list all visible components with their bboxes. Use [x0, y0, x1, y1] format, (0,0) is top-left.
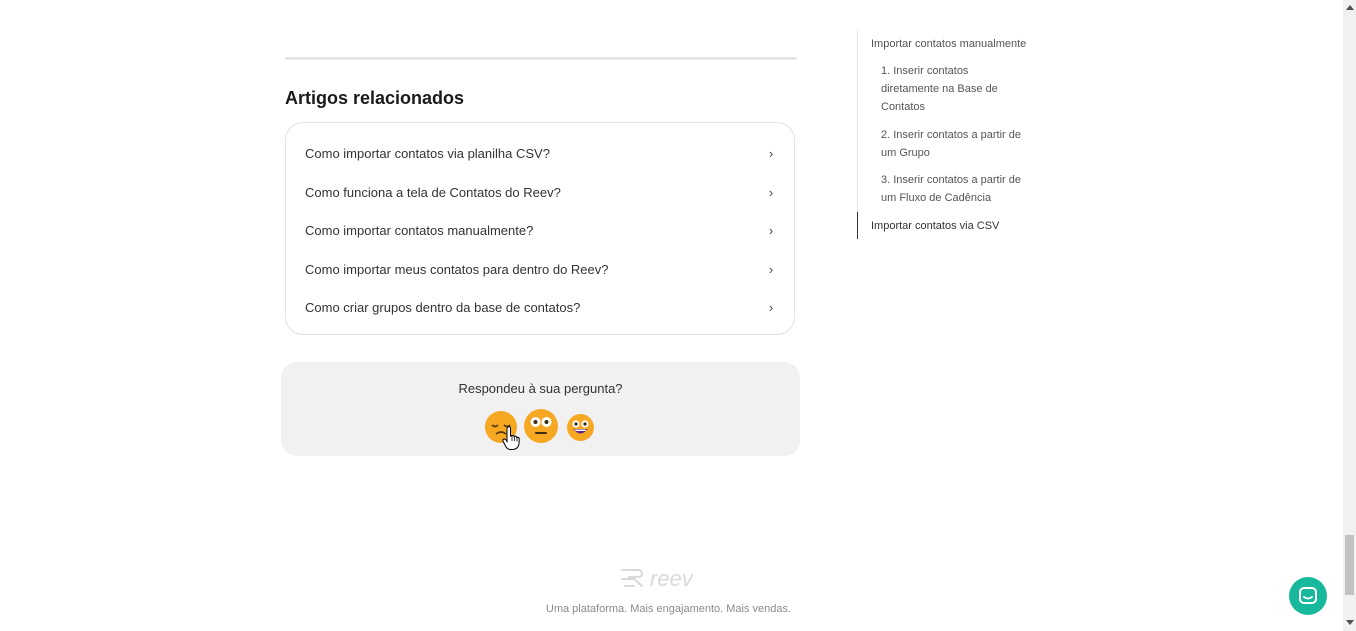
related-article-link[interactable]: Como funciona a tela de Contatos do Reev… — [305, 181, 776, 203]
scroll-down-arrow-icon[interactable] — [1346, 620, 1354, 625]
toc-rail-active — [857, 212, 858, 239]
related-articles-list: Como importar contatos via planilha CSV?… — [285, 122, 795, 335]
neutral-emoji-icon — [530, 417, 552, 434]
feedback-question: Respondeu à sua pergunta? — [458, 381, 623, 396]
neutral-emoji-button[interactable] — [524, 409, 558, 443]
scroll-up-arrow-icon[interactable] — [1346, 5, 1354, 10]
related-article-label: Como funciona a tela de Contatos do Reev… — [305, 184, 561, 200]
related-article-link[interactable]: Como importar contatos manualmente? › — [305, 219, 776, 241]
chevron-right-icon: › — [768, 261, 774, 277]
reev-logo: reev — [621, 566, 695, 590]
chevron-right-icon: › — [768, 299, 774, 315]
toc-item-inserir-base[interactable]: 1. Inserir contatos diretamente na Base … — [881, 62, 1021, 116]
related-article-label: Como importar contatos via planilha CSV? — [305, 145, 550, 161]
article-divider — [285, 57, 797, 60]
chevron-right-icon: › — [768, 184, 774, 200]
svg-text:reev: reev — [650, 566, 695, 590]
toc-rail — [857, 30, 858, 212]
toc-item-importar-csv[interactable]: Importar contatos via CSV — [871, 217, 1051, 235]
chevron-right-icon: › — [768, 145, 774, 161]
smiley-emoji-icon — [572, 420, 589, 434]
related-articles-title: Artigos relacionados — [285, 88, 465, 108]
related-article-link[interactable]: Como criar grupos dentro da base de cont… — [305, 296, 776, 318]
related-article-label: Como importar contatos manualmente? — [305, 222, 534, 238]
smiley-emoji-button[interactable] — [567, 414, 594, 441]
chevron-right-icon: › — [768, 222, 774, 238]
toc-item-inserir-grupo[interactable]: 2. Inserir contatos a partir de um Grupo — [881, 126, 1031, 162]
related-article-link[interactable]: Como importar meus contatos para dentro … — [305, 258, 776, 280]
related-article-label: Como importar meus contatos para dentro … — [305, 261, 609, 277]
scrollbar-thumb[interactable] — [1345, 535, 1354, 595]
chat-launcher-button[interactable] — [1289, 577, 1327, 615]
related-article-label: Como criar grupos dentro da base de cont… — [305, 299, 581, 315]
chat-icon — [1299, 587, 1317, 604]
vertical-scrollbar[interactable] — [1343, 0, 1356, 631]
footer-tagline-text: Uma plataforma. Mais engajamento. Mais v… — [545, 603, 792, 615]
toc-item-inserir-fluxo[interactable]: 3. Inserir contatos a partir de um Fluxo… — [881, 171, 1031, 207]
related-article-link[interactable]: Como importar contatos via planilha CSV?… — [305, 142, 776, 164]
hand-cursor-icon — [502, 426, 520, 450]
footer-tagline: Uma plataforma. Mais engajamento. Mais v… — [0, 603, 1337, 615]
toc-item-importar-manualmente[interactable]: Importar contatos manualmente — [871, 35, 1051, 53]
